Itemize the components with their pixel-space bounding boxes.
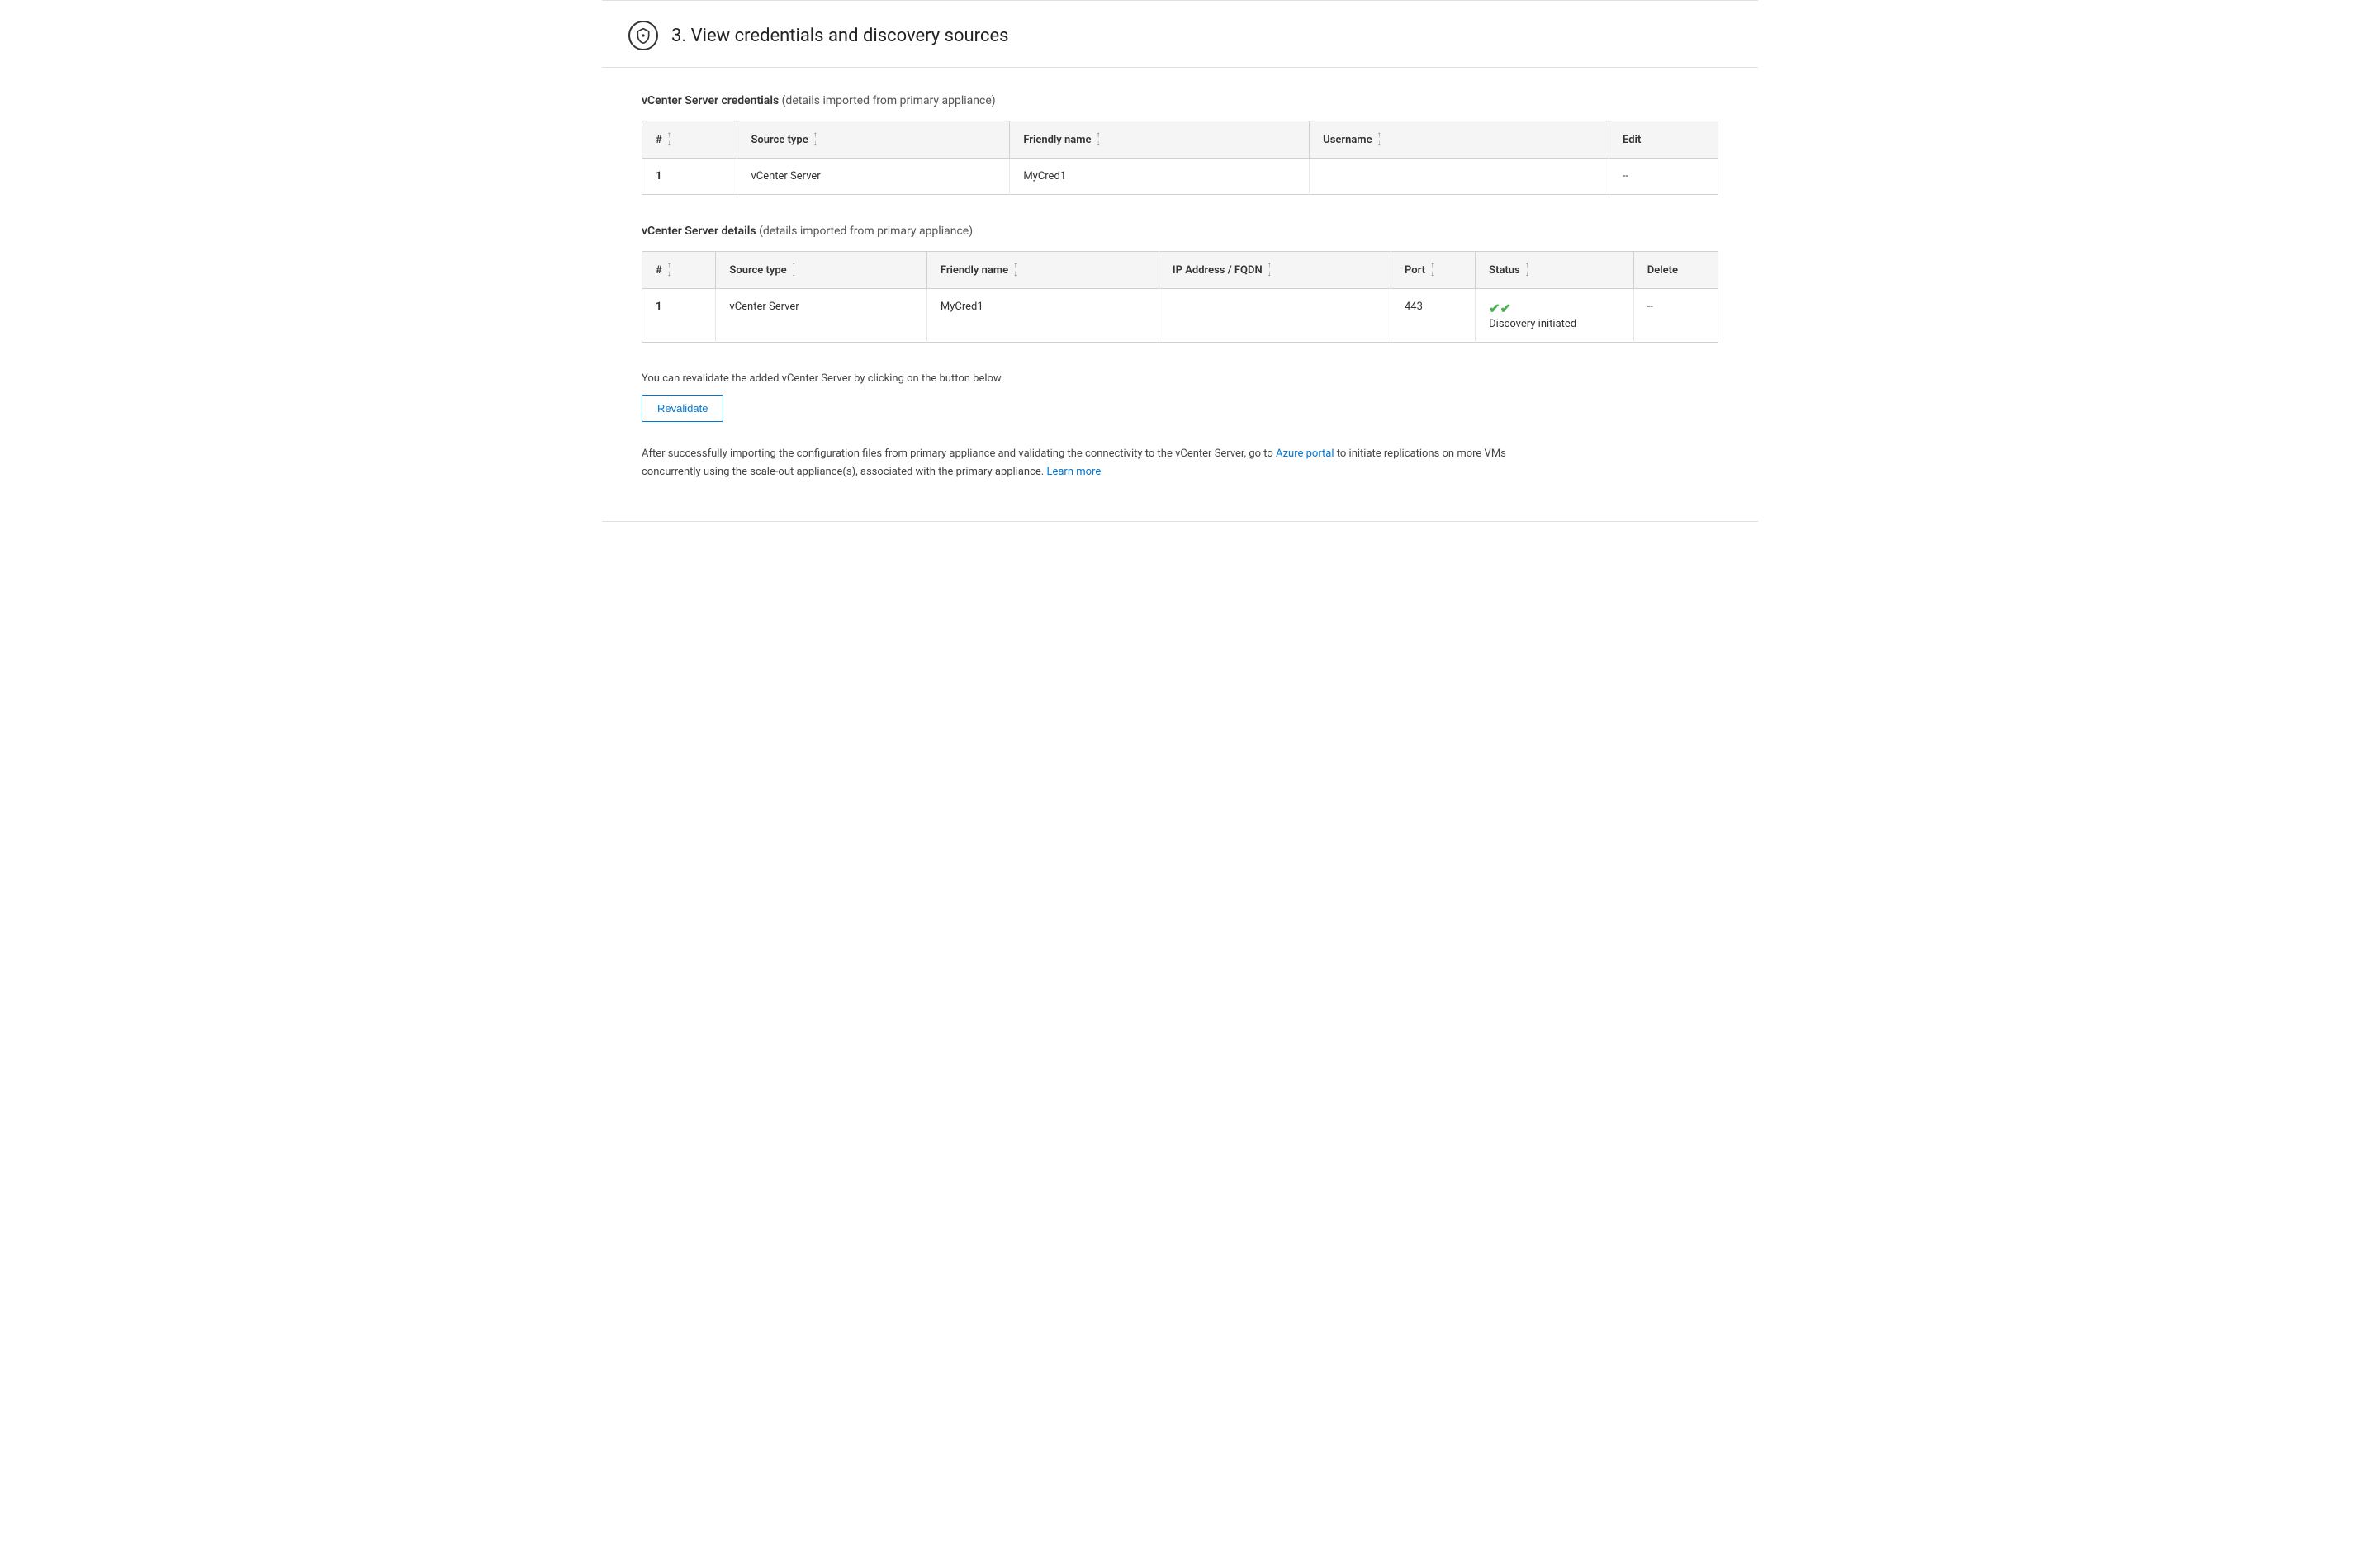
details-cell-friendly-name: MyCred1 — [926, 289, 1159, 343]
credentials-col-source-type[interactable]: Source type — [737, 121, 1010, 159]
shield-svg — [635, 27, 652, 44]
credentials-label-sub: (details imported from primary appliance… — [779, 94, 995, 107]
details-sort-icon-source — [792, 262, 796, 278]
details-cell-ip — [1159, 289, 1391, 343]
credentials-table: # Source type Friendly — [642, 121, 1718, 195]
bottom-divider — [602, 521, 1758, 522]
details-col-source-type[interactable]: Source type — [716, 252, 926, 289]
credentials-section: vCenter Server credentials (details impo… — [642, 94, 1718, 195]
details-table: # Source type Friendly — [642, 251, 1718, 343]
details-col-port[interactable]: Port — [1391, 252, 1475, 289]
details-cell-status: ✔✔ Discovery initiated — [1476, 289, 1634, 343]
details-cell-delete: -- — [1633, 289, 1718, 343]
details-section: vCenter Server details (details imported… — [642, 225, 1718, 343]
credentials-cell-num: 1 — [642, 159, 737, 195]
sort-icon-source — [813, 131, 817, 148]
details-col-friendly-name[interactable]: Friendly name — [926, 252, 1159, 289]
header-section: 3. View credentials and discovery source… — [602, 1, 1758, 68]
azure-portal-link[interactable]: Azure portal — [1276, 448, 1334, 460]
revalidate-hint: You can revalidate the added vCenter Ser… — [642, 372, 1718, 385]
table-row: 1 vCenter Server MyCred1 443 — [642, 289, 1718, 343]
credentials-cell-username — [1310, 159, 1609, 195]
sort-icon-num — [667, 131, 671, 148]
credentials-thead: # Source type Friendly — [642, 121, 1718, 159]
credentials-header-row: # Source type Friendly — [642, 121, 1718, 159]
details-label-sub: (details imported from primary appliance… — [756, 225, 973, 238]
credentials-cell-source-type: vCenter Server — [737, 159, 1010, 195]
credentials-col-friendly-name[interactable]: Friendly name — [1010, 121, 1310, 159]
table-row: 1 vCenter Server MyCred1 -- — [642, 159, 1718, 195]
credentials-col-edit: Edit — [1609, 121, 1718, 159]
sort-icon-username — [1377, 131, 1381, 148]
details-cell-port: 443 — [1391, 289, 1475, 343]
status-cell: ✔✔ Discovery initiated — [1489, 301, 1620, 330]
details-thead: # Source type Friendly — [642, 252, 1718, 289]
details-sort-icon-port — [1430, 262, 1434, 278]
credentials-label-bold: vCenter Server credentials — [642, 94, 779, 107]
details-col-delete: Delete — [1633, 252, 1718, 289]
details-col-ip[interactable]: IP Address / FQDN — [1159, 252, 1391, 289]
details-col-num[interactable]: # — [642, 252, 716, 289]
revalidate-section: You can revalidate the added vCenter Ser… — [642, 372, 1718, 422]
check-icon: ✔✔ — [1489, 301, 1620, 316]
credentials-cell-friendly-name: MyCred1 — [1010, 159, 1310, 195]
details-sort-icon-status — [1525, 262, 1529, 278]
details-col-status[interactable]: Status — [1476, 252, 1634, 289]
details-header-row: # Source type Friendly — [642, 252, 1718, 289]
learn-more-link[interactable]: Learn more — [1046, 466, 1101, 478]
revalidate-button[interactable]: Revalidate — [642, 395, 723, 422]
details-tbody: 1 vCenter Server MyCred1 443 — [642, 289, 1718, 343]
details-label: vCenter Server details (details imported… — [642, 225, 1718, 238]
details-sort-icon-num — [667, 262, 671, 278]
shield-icon — [628, 21, 658, 50]
sort-icon-friendly — [1097, 131, 1101, 148]
credentials-col-num[interactable]: # — [642, 121, 737, 159]
page-title: 3. View credentials and discovery source… — [671, 26, 1008, 46]
footer-text: After successfully importing the configu… — [642, 445, 1550, 481]
footer-text-before-link1: After successfully importing the configu… — [642, 448, 1276, 460]
details-sort-icon-ip — [1268, 262, 1272, 278]
details-cell-num: 1 — [642, 289, 716, 343]
credentials-tbody: 1 vCenter Server MyCred1 -- — [642, 159, 1718, 195]
credentials-label: vCenter Server credentials (details impo… — [642, 94, 1718, 107]
main-content: vCenter Server credentials (details impo… — [602, 68, 1758, 521]
page-wrapper: 3. View credentials and discovery source… — [602, 0, 1758, 522]
details-label-bold: vCenter Server details — [642, 225, 756, 238]
credentials-cell-edit: -- — [1609, 159, 1718, 195]
details-sort-icon-friendly — [1013, 262, 1017, 278]
status-badge: Discovery initiated — [1489, 318, 1620, 330]
credentials-col-username[interactable]: Username — [1310, 121, 1609, 159]
details-cell-source-type: vCenter Server — [716, 289, 926, 343]
